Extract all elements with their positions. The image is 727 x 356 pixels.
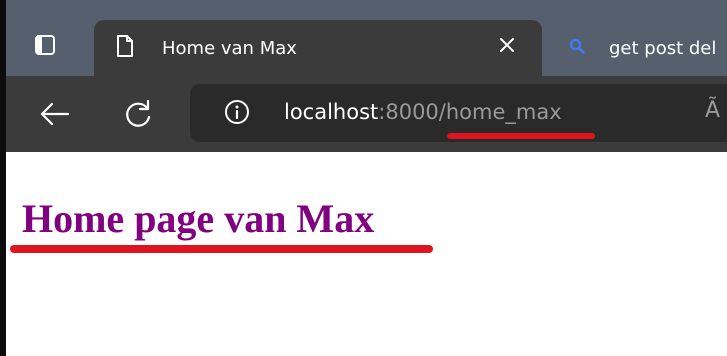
window-edge <box>0 0 6 356</box>
page-icon <box>117 35 133 57</box>
refresh-icon <box>126 99 151 127</box>
page-content: Home page van Max <box>6 152 727 356</box>
browser-toolbar: localhost:8000/home_max Ã <box>0 76 727 152</box>
read-aloud-button[interactable]: Ã <box>705 98 720 124</box>
tab-home-van-max[interactable]: Home van Max <box>94 20 542 76</box>
refresh-button[interactable] <box>122 98 156 130</box>
url-text[interactable]: localhost:8000/home_max <box>284 99 562 125</box>
tab-title: Home van Max <box>162 38 297 59</box>
url-host: localhost <box>284 100 379 124</box>
arrow-left-icon <box>40 102 70 126</box>
tab-title: get post del <box>609 38 717 59</box>
tab-actions-button[interactable] <box>34 34 56 56</box>
tab-actions-icon <box>35 35 55 55</box>
heading-highlight-underline <box>10 245 433 253</box>
tab-get-post-del[interactable]: get post del <box>553 26 727 70</box>
close-icon[interactable] <box>499 37 515 53</box>
info-icon[interactable] <box>224 99 250 125</box>
page-heading: Home page van Max <box>22 196 375 241</box>
tab-strip: Home van Max get post del <box>0 0 727 76</box>
url-highlight-underline <box>447 133 595 139</box>
back-button[interactable] <box>38 98 72 130</box>
url-path: :8000/home_max <box>378 100 562 124</box>
search-icon <box>569 38 585 54</box>
screen: Home van Max get post del localhost:8000… <box>0 0 727 356</box>
